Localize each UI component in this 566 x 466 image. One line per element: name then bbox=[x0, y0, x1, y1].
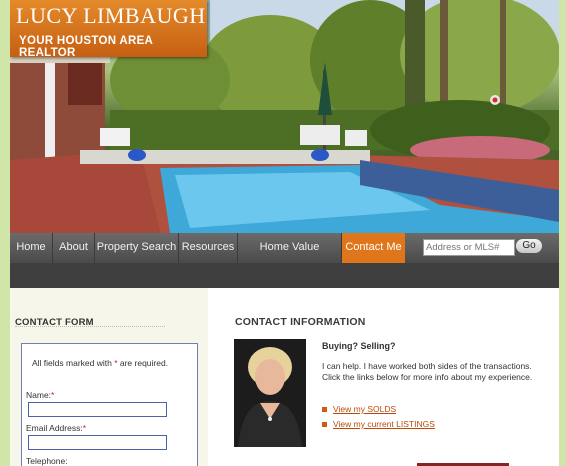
title-divider bbox=[15, 326, 165, 327]
name-label: Name:* bbox=[26, 390, 55, 400]
email-field[interactable] bbox=[28, 435, 167, 450]
nav-subbar bbox=[10, 263, 559, 288]
solds-link-row: View my SOLDS bbox=[322, 404, 396, 414]
nav-item-resources[interactable]: Resources bbox=[179, 233, 238, 263]
logo-name: LUCY LIMBAUGH bbox=[16, 3, 206, 28]
search-input[interactable] bbox=[423, 239, 515, 256]
nav-item-home[interactable]: Home bbox=[10, 233, 53, 263]
nav-item-about[interactable]: About bbox=[53, 233, 95, 263]
page-frame: LUCY LIMBAUGH YOUR HOUSTON AREA REALTOR … bbox=[10, 0, 559, 466]
contact-info-title: CONTACT INFORMATION bbox=[235, 316, 366, 328]
buying-selling-heading: Buying? Selling? bbox=[322, 341, 396, 351]
telephone-label: Telephone: bbox=[26, 456, 68, 466]
main-nav: Home About Property Search Resources Hom… bbox=[10, 233, 559, 281]
bullet-icon bbox=[322, 407, 327, 413]
hero-photo: LUCY LIMBAUGH YOUR HOUSTON AREA REALTOR bbox=[10, 0, 559, 233]
contact-form: All fields marked with * are required. N… bbox=[21, 343, 198, 466]
bullet-icon bbox=[322, 422, 327, 428]
site-logo[interactable]: LUCY LIMBAUGH YOUR HOUSTON AREA REALTOR bbox=[10, 0, 207, 59]
email-label: Email Address:* bbox=[26, 423, 87, 433]
listings-link-row: View my current LISTINGS bbox=[322, 419, 435, 429]
go-button[interactable]: Go bbox=[516, 239, 542, 253]
view-listings-link[interactable]: View my current LISTINGS bbox=[333, 419, 435, 429]
required-note: All fields marked with * are required. bbox=[32, 358, 169, 368]
contact-form-panel: CONTACT FORM All fields marked with * ar… bbox=[10, 288, 208, 466]
contact-info-body: I can help. I have worked both sides of … bbox=[322, 361, 533, 382]
realtor-photo bbox=[234, 339, 306, 447]
nav-item-contact-me[interactable]: Contact Me bbox=[342, 233, 405, 263]
logo-tagline: YOUR HOUSTON AREA REALTOR bbox=[19, 35, 153, 59]
name-field[interactable] bbox=[28, 402, 167, 417]
nav-item-home-value-request[interactable]: Home Value Request bbox=[238, 233, 342, 281]
nav-item-property-search[interactable]: Property Search bbox=[95, 233, 179, 263]
view-solds-link[interactable]: View my SOLDS bbox=[333, 404, 396, 414]
